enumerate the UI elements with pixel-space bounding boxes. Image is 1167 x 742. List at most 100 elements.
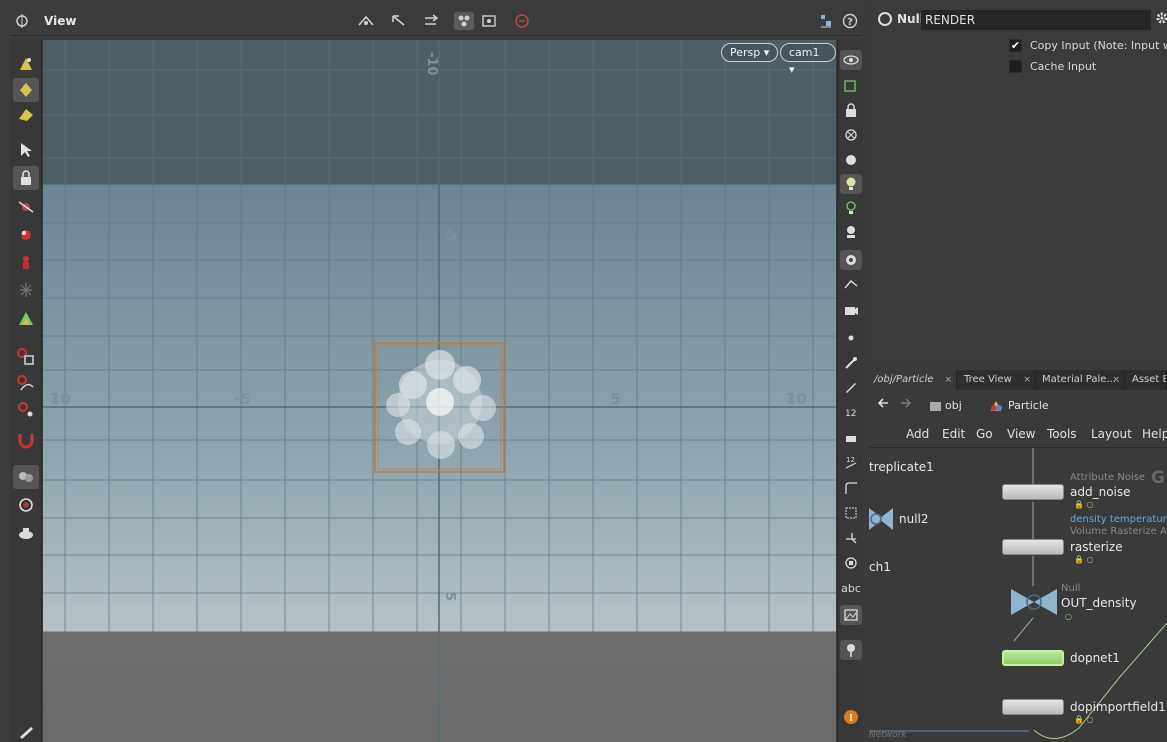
wire-icon[interactable] [840, 76, 862, 96]
close-icon[interactable]: × [1023, 370, 1031, 390]
geo-icon[interactable] [840, 250, 862, 270]
path-current[interactable]: Particle [986, 396, 1049, 416]
add-noise-node[interactable] [1002, 484, 1064, 500]
menu-help[interactable]: Help [1142, 427, 1167, 441]
copy-input-row[interactable]: ✔ Copy Input (Note: Input will [1009, 37, 1167, 53]
menu-add[interactable]: Add [906, 427, 929, 441]
ghost-icon[interactable] [454, 12, 474, 30]
null-node-icon[interactable] [1011, 585, 1057, 622]
tab-label: Material Pale... [1042, 374, 1116, 385]
warning-icon[interactable]: ! [840, 707, 862, 727]
teapot-icon[interactable] [13, 521, 39, 545]
tab-obj-particle[interactable]: /obj/Particle × [869, 370, 957, 390]
scale-icon[interactable] [13, 250, 39, 274]
rasterize-node[interactable] [1002, 539, 1064, 555]
bulb-outline-icon[interactable] [840, 198, 862, 218]
axis-label: -5 [234, 390, 251, 408]
pencil-icon[interactable] [840, 377, 862, 397]
cache-input-checkbox[interactable] [1009, 59, 1022, 73]
handle-tool-icon[interactable] [13, 345, 39, 369]
no-entry-icon[interactable] [512, 12, 532, 30]
network-path-bar: obj Particle [869, 392, 1167, 420]
curve-tool-icon[interactable] [13, 372, 39, 396]
lock-icon[interactable] [13, 166, 39, 190]
node-name[interactable]: treplicate1 [869, 460, 934, 474]
select-icon[interactable] [389, 12, 409, 30]
point-icon[interactable] [840, 328, 862, 348]
close-icon[interactable]: × [944, 370, 952, 390]
camera-icon[interactable] [840, 275, 862, 295]
abc-icon[interactable]: abc [840, 578, 862, 598]
normal-icon[interactable] [840, 528, 862, 548]
persp-menu[interactable]: Persp ▾ [721, 43, 779, 62]
tab-tree-view[interactable]: Tree View × [959, 370, 1036, 390]
edit-icon[interactable] [13, 78, 39, 102]
snap-icon[interactable] [421, 12, 441, 30]
pose-icon[interactable] [13, 278, 39, 302]
node-name[interactable]: null2 [899, 512, 929, 526]
tab-asset-browser[interactable]: Asset Br [1127, 370, 1167, 390]
view-icon[interactable] [12, 12, 32, 30]
null-node-icon[interactable] [869, 504, 897, 537]
move-icon[interactable] [13, 194, 39, 218]
sculpt-icon[interactable] [13, 102, 39, 126]
camera-menu-label: cam1 [789, 46, 820, 59]
handle-icon[interactable] [356, 12, 376, 30]
path-root[interactable]: obj [927, 396, 962, 416]
node-name[interactable]: rasterize [1070, 540, 1123, 554]
help-icon[interactable]: ? [840, 12, 860, 30]
node-name[interactable]: add_noise [1070, 485, 1131, 499]
viewport-3d[interactable]: 10 -5 5 10 -10 -5 5 Persp ▾ cam1 ▾ [43, 40, 836, 742]
menu-edit[interactable]: Edit [942, 427, 965, 441]
menu-layout[interactable]: Layout [1091, 427, 1132, 441]
copy-input-checkbox[interactable]: ✔ [1009, 38, 1022, 52]
headlight-icon[interactable] [840, 222, 862, 242]
node-name[interactable]: dopnet1 [1070, 651, 1120, 665]
pin-icon[interactable] [840, 640, 862, 660]
corner-icon[interactable] [840, 478, 862, 498]
menu-view[interactable]: View [1007, 427, 1035, 441]
node-name-field[interactable]: RENDER [921, 10, 1151, 30]
eye-icon[interactable] [840, 50, 862, 70]
svg-text:12: 12 [845, 409, 856, 419]
node-name[interactable]: ch1 [869, 560, 891, 574]
menu-tools[interactable]: Tools [1047, 427, 1077, 441]
camera-menu[interactable]: cam1 ▾ [780, 43, 836, 76]
dopimportfield-node[interactable] [1002, 699, 1064, 715]
light-icon[interactable] [840, 150, 862, 170]
eraser-icon[interactable] [840, 428, 862, 448]
particle-icon[interactable] [13, 465, 39, 489]
paint-icon[interactable] [13, 52, 39, 76]
network-canvas[interactable]: treplicate1 null2 ch1 Attribute Noise G … [869, 448, 1167, 742]
number-prim-icon[interactable]: 12 [840, 452, 862, 472]
tab-material-palette[interactable]: Material Pale... × [1037, 370, 1125, 390]
point-tool-icon[interactable] [13, 398, 39, 422]
brush-icon[interactable] [840, 353, 862, 373]
close-icon[interactable]: × [1112, 370, 1120, 390]
cache-input-row[interactable]: Cache Input [1009, 58, 1096, 74]
number-icon[interactable]: 12 [840, 402, 862, 422]
dopnet-node[interactable] [1002, 650, 1064, 666]
network-menubar: Add Edit Go View Tools Layout Help [869, 422, 1167, 448]
gear-icon[interactable] [1155, 11, 1167, 28]
snap-tool-icon[interactable] [13, 306, 39, 330]
lock-icon[interactable] [840, 100, 862, 120]
node-name[interactable]: dopimportfield1 [1070, 700, 1166, 714]
camera-menu-icon[interactable] [816, 12, 836, 30]
forward-icon[interactable] [899, 396, 913, 416]
magnet-icon[interactable] [13, 428, 39, 452]
background-image-icon[interactable] [840, 605, 862, 625]
render-icon[interactable] [13, 493, 39, 517]
rotate-icon[interactable] [13, 222, 39, 246]
select-tool-icon[interactable] [13, 138, 39, 162]
stop-icon[interactable] [840, 553, 862, 573]
menu-go[interactable]: Go [976, 427, 993, 441]
vis-icon[interactable] [479, 12, 499, 30]
x-ray-icon[interactable] [840, 125, 862, 145]
snapshot-icon[interactable] [840, 300, 862, 320]
bbox-icon[interactable] [840, 503, 862, 523]
back-icon[interactable] [876, 396, 890, 416]
bulb-icon[interactable] [840, 174, 862, 194]
node-name[interactable]: OUT_density [1061, 596, 1137, 610]
pen-icon[interactable] [13, 720, 39, 742]
